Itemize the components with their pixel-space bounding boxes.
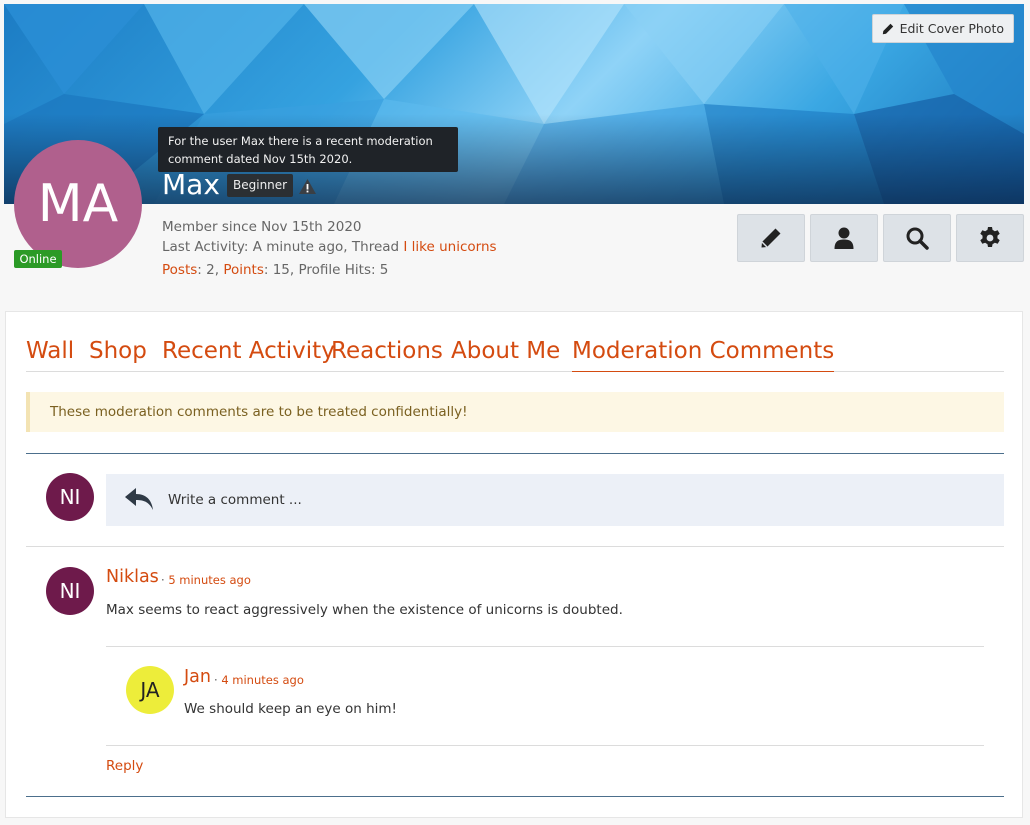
pencil-icon bbox=[761, 228, 781, 248]
comment-text: Max seems to react aggressively when the… bbox=[106, 602, 623, 618]
tab-wall[interactable]: Wall bbox=[26, 336, 74, 366]
posts-link[interactable]: Posts bbox=[162, 262, 197, 278]
follow-user-button[interactable] bbox=[810, 214, 878, 262]
tab-shop[interactable]: Shop bbox=[89, 336, 147, 366]
posts-value: : 2, bbox=[197, 262, 220, 278]
moderation-tooltip: For the user Max there is a recent moder… bbox=[158, 127, 458, 172]
divider bbox=[26, 453, 1004, 454]
tab-moderation-comments[interactable]: Moderation Comments bbox=[572, 336, 835, 372]
reply-icon bbox=[125, 488, 153, 510]
reply-time-text: 4 minutes ago bbox=[221, 673, 304, 687]
last-activity-text: Last Activity: A minute ago, bbox=[162, 239, 348, 255]
reply-author[interactable]: Jan bbox=[184, 667, 211, 687]
user-icon bbox=[834, 227, 854, 249]
tab-about-me[interactable]: About Me bbox=[451, 336, 560, 366]
reply-text: We should keep an eye on him! bbox=[184, 701, 397, 717]
online-badge: Online bbox=[14, 250, 62, 268]
profile-tabs: Wall Shop Recent Activity Reactions Abou… bbox=[26, 336, 1004, 372]
comment-author[interactable]: Niklas bbox=[106, 567, 159, 587]
reply-button[interactable]: Reply bbox=[106, 758, 143, 774]
composer-avatar: NI bbox=[46, 473, 94, 521]
rank-badge: Beginner bbox=[227, 174, 294, 197]
points-value: : 15, Profile Hits: 5 bbox=[263, 262, 389, 278]
member-since: Member since Nov 15th 2020 bbox=[162, 219, 362, 235]
divider bbox=[106, 745, 984, 746]
profile-stats: Posts: 2, Points: 15, Profile Hits: 5 bbox=[162, 261, 388, 279]
comment-time: · 5 minutes ago bbox=[161, 573, 251, 587]
write-comment-placeholder: Write a comment ... bbox=[168, 492, 302, 508]
divider bbox=[26, 546, 1004, 547]
gear-icon bbox=[980, 227, 1000, 247]
profile-content-panel: Wall Shop Recent Activity Reactions Abou… bbox=[5, 311, 1023, 818]
thread-prefix: Thread bbox=[351, 239, 400, 255]
divider bbox=[106, 646, 984, 647]
search-icon bbox=[906, 227, 929, 250]
tab-recent-activity[interactable]: Recent Activity bbox=[162, 336, 335, 366]
points-link[interactable]: Points bbox=[223, 262, 264, 278]
comment-time-text: 5 minutes ago bbox=[168, 573, 251, 587]
warning-icon[interactable] bbox=[298, 178, 317, 195]
thread-link[interactable]: I like unicorns bbox=[403, 239, 496, 255]
pencil-icon bbox=[882, 23, 893, 34]
cover-fade bbox=[4, 114, 1024, 204]
profile-settings-button[interactable] bbox=[956, 214, 1024, 262]
divider bbox=[26, 796, 1004, 797]
edit-cover-photo-button[interactable]: Edit Cover Photo bbox=[871, 14, 1014, 43]
reply-avatar[interactable]: JA bbox=[126, 666, 174, 714]
write-comment-input[interactable]: Write a comment ... bbox=[106, 474, 1004, 526]
profile-avatar[interactable]: MA bbox=[14, 140, 142, 268]
search-user-content-button[interactable] bbox=[883, 214, 951, 262]
edit-profile-button[interactable] bbox=[737, 214, 805, 262]
comment-avatar[interactable]: NI bbox=[46, 567, 94, 615]
confidential-notice: These moderation comments are to be trea… bbox=[26, 392, 1004, 432]
last-activity: Last Activity: A minute ago, Thread I li… bbox=[162, 238, 497, 256]
edit-cover-label: Edit Cover Photo bbox=[899, 21, 1004, 36]
tab-reactions[interactable]: Reactions bbox=[331, 336, 443, 366]
profile-name: Max bbox=[162, 168, 220, 201]
reply-time: · 4 minutes ago bbox=[214, 673, 304, 687]
